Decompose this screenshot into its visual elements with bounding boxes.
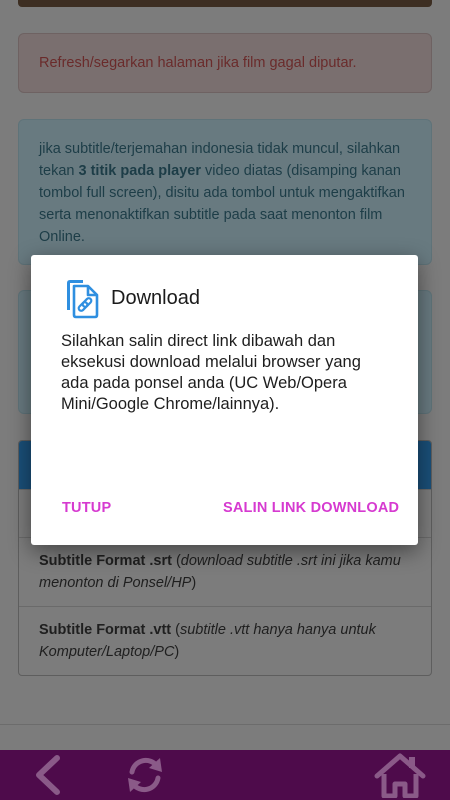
modal-overlay: Download Silahkan salin direct link diba… <box>0 0 450 800</box>
dialog-actions: TUTUP SALIN LINK DOWNLOAD <box>31 500 418 524</box>
dialog-title: Download <box>111 286 200 309</box>
close-button[interactable]: TUTUP <box>62 500 111 516</box>
copy-link-icon <box>67 280 99 319</box>
dialog-message: Silahkan salin direct link dibawah dan e… <box>61 332 361 413</box>
dialog-header: Download <box>61 277 200 319</box>
download-dialog: Download Silahkan salin direct link diba… <box>31 255 418 545</box>
copy-download-link-button[interactable]: SALIN LINK DOWNLOAD <box>223 500 399 516</box>
